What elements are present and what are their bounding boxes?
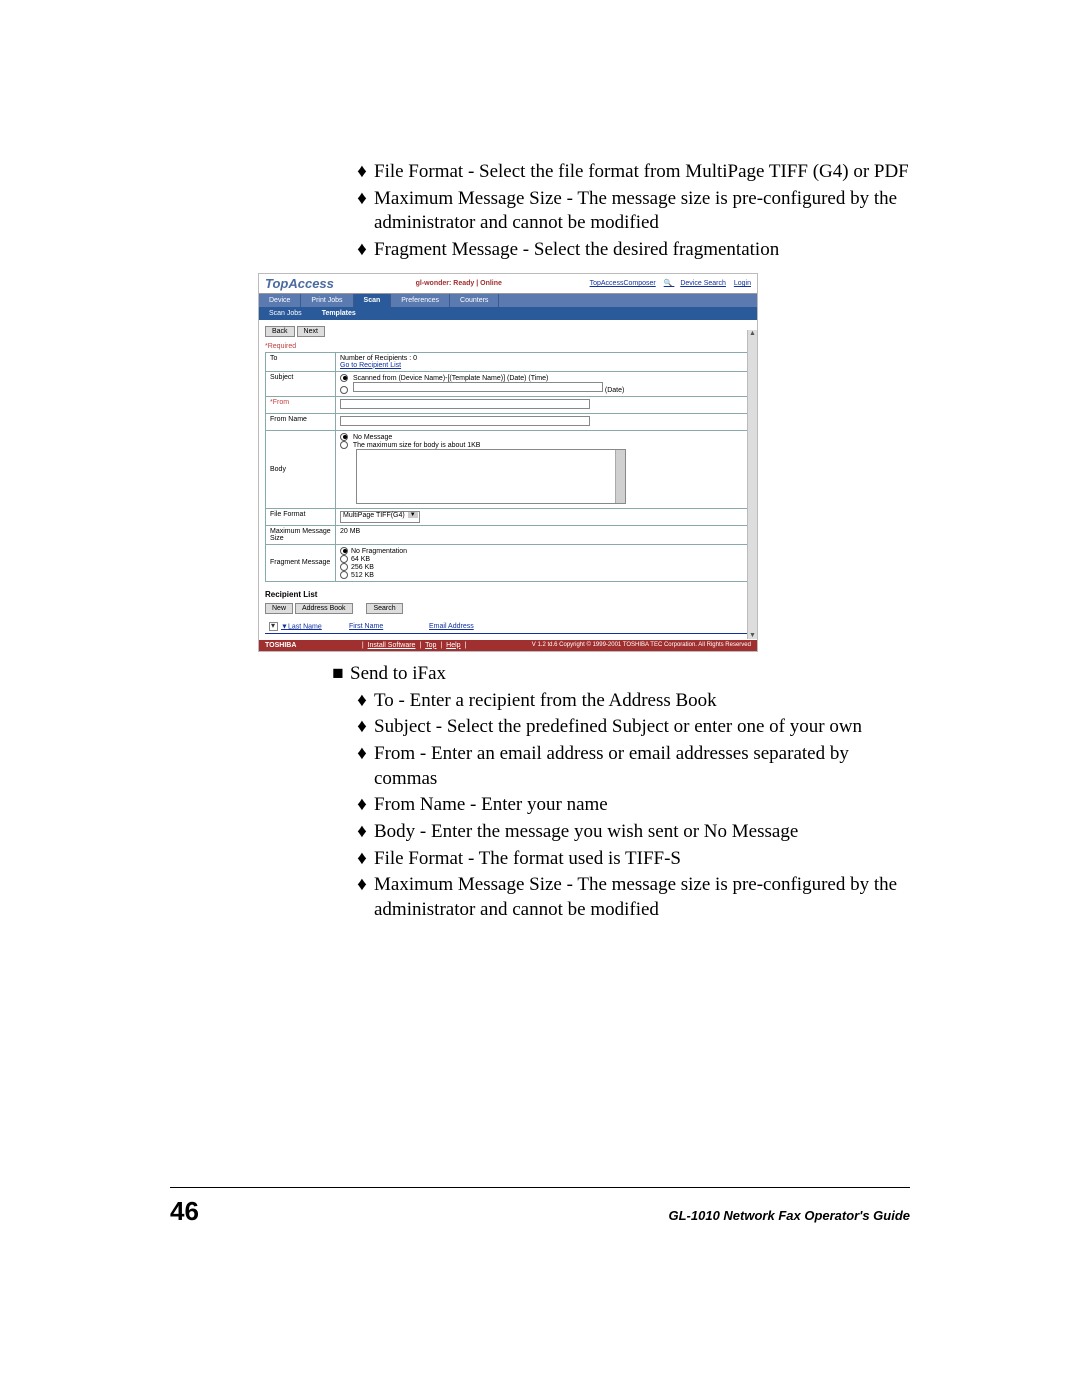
label-body: Body — [266, 430, 336, 508]
fragment-opt: 256 KB — [351, 564, 374, 571]
login-link[interactable]: Login — [734, 280, 751, 287]
required-label: *Required — [265, 343, 751, 350]
install-software-link[interactable]: Install Software — [368, 642, 416, 649]
scrollbar-icon[interactable] — [615, 450, 625, 503]
col-last-name[interactable]: Last Name — [288, 623, 322, 630]
primary-tabs: Device Print Jobs Scan Preferences Count… — [259, 294, 757, 307]
col-email[interactable]: Email Address — [429, 623, 474, 630]
search-button[interactable]: Search — [366, 603, 402, 614]
subject-radio-default[interactable] — [340, 374, 348, 382]
bullet-icon: ♦ — [350, 793, 374, 818]
bullet-text: File Format - The format used is TIFF-S — [374, 847, 910, 872]
device-search-link[interactable]: 🔍 Device Search — [664, 280, 726, 287]
back-button[interactable]: Back — [265, 326, 295, 337]
body-radio-no-message[interactable] — [340, 433, 348, 441]
bullet-text: Maximum Message Size - The message size … — [374, 187, 910, 236]
top-bullet-list: ♦File Format - Select the file format fr… — [350, 160, 910, 263]
file-format-select[interactable]: MultiPage TIFF(G4) — [340, 511, 420, 523]
bullet-text: From Name - Enter your name — [374, 793, 910, 818]
label-from-name: From Name — [266, 413, 336, 430]
form-table: To Number of Recipients : 0 Go to Recipi… — [265, 352, 751, 582]
tab-preferences[interactable]: Preferences — [391, 294, 450, 307]
panel-scrollbar[interactable] — [747, 330, 757, 639]
bullet-icon: ♦ — [350, 238, 374, 263]
composer-link[interactable]: TopAccessComposer — [590, 280, 656, 287]
bullet-text: To - Enter a recipient from the Address … — [374, 689, 910, 714]
fragment-radio-64[interactable] — [340, 555, 348, 563]
fragment-radio-512[interactable] — [340, 571, 348, 579]
bullet-text: Body - Enter the message you wish sent o… — [374, 820, 910, 845]
col-first-name[interactable]: First Name — [349, 623, 383, 630]
app-logo: TopAccess — [265, 276, 334, 291]
bullet-text: Fragment Message - Select the desired fr… — [374, 238, 910, 263]
select-all-checkbox[interactable] — [269, 622, 278, 631]
bullet-text: From - Enter an email address or email a… — [374, 742, 910, 791]
help-link[interactable]: Help — [446, 642, 460, 649]
secondary-tabs: Scan Jobs Templates — [259, 307, 757, 320]
recipient-list-table: ▼Last Name First Name Email Address — [265, 620, 751, 634]
bullet-text: File Format - Select the file format fro… — [374, 160, 910, 185]
label-file-format: File Format — [266, 508, 336, 525]
bullet-icon: ♦ — [350, 187, 374, 212]
bullet-icon: ♦ — [350, 689, 374, 714]
recipient-list-heading: Recipient List — [265, 590, 751, 599]
subject-date-hint: (Date) — [605, 387, 624, 394]
fragment-radio-256[interactable] — [340, 563, 348, 571]
bullet-icon: ♦ — [350, 820, 374, 845]
max-size-value: 20 MB — [336, 525, 751, 544]
page-footer: 46 GL-1010 Network Fax Operator's Guide — [170, 1187, 910, 1227]
fragment-opt: No Fragmentation — [351, 548, 407, 555]
label-to: To — [266, 352, 336, 371]
bullet-icon: ♦ — [350, 715, 374, 740]
from-input[interactable] — [340, 399, 590, 409]
fragment-opt: 64 KB — [351, 556, 370, 563]
address-book-button[interactable]: Address Book — [295, 603, 353, 614]
label-subject: Subject — [266, 371, 336, 396]
topaccess-screenshot: TopAccess gl-wonder: Ready | Online TopA… — [258, 273, 758, 652]
top-link[interactable]: Top — [425, 642, 436, 649]
bullet-icon: ♦ — [350, 160, 374, 185]
body-no-message-text: No Message — [353, 434, 392, 441]
fragment-opt: 512 KB — [351, 572, 374, 579]
tab-scan-jobs[interactable]: Scan Jobs — [259, 307, 312, 320]
square-bullet-icon: ■ — [326, 662, 350, 687]
tab-templates[interactable]: Templates — [312, 307, 366, 320]
page-number: 46 — [170, 1196, 199, 1227]
from-name-input[interactable] — [340, 416, 590, 426]
go-recipient-list-link[interactable]: Go to Recipient List — [340, 362, 401, 369]
body-size-hint: The maximum size for body is about 1KB — [353, 442, 481, 449]
label-fragment: Fragment Message — [266, 544, 336, 581]
body-radio-custom[interactable] — [340, 441, 348, 449]
recipient-count: Number of Recipients : 0 — [340, 355, 417, 362]
footer-title: GL-1010 Network Fax Operator's Guide — [669, 1208, 911, 1223]
label-max-size: Maximum Message Size — [266, 525, 336, 544]
section-heading: Send to iFax — [350, 662, 910, 687]
tab-device[interactable]: Device — [259, 294, 301, 307]
bullet-text: Maximum Message Size - The message size … — [374, 873, 910, 922]
tab-counters[interactable]: Counters — [450, 294, 499, 307]
tab-print-jobs[interactable]: Print Jobs — [301, 294, 353, 307]
bullet-icon: ♦ — [350, 847, 374, 872]
copyright-text: V 1.2 td.6 Copyright © 1999-2001 TOSHIBA… — [532, 642, 751, 649]
subject-radio-custom[interactable] — [340, 386, 348, 394]
new-button[interactable]: New — [265, 603, 293, 614]
subject-default-text: Scanned from (Device Name)-[(Template Na… — [353, 375, 548, 382]
fragment-radio-none[interactable] — [340, 547, 348, 555]
next-button[interactable]: Next — [297, 326, 325, 337]
status-text: gl-wonder: Ready | Online — [416, 280, 502, 287]
body-textarea[interactable] — [356, 449, 626, 504]
brand-label: TOSHIBA — [265, 642, 296, 649]
bullet-icon: ♦ — [350, 742, 374, 767]
label-from: *From — [266, 396, 336, 413]
bottom-lists: ■Send to iFax ♦To - Enter a recipient fr… — [326, 662, 910, 923]
bullet-text: Subject - Select the predefined Subject … — [374, 715, 910, 740]
subject-input[interactable] — [353, 382, 603, 392]
tab-scan[interactable]: Scan — [354, 294, 392, 307]
bullet-icon: ♦ — [350, 873, 374, 898]
